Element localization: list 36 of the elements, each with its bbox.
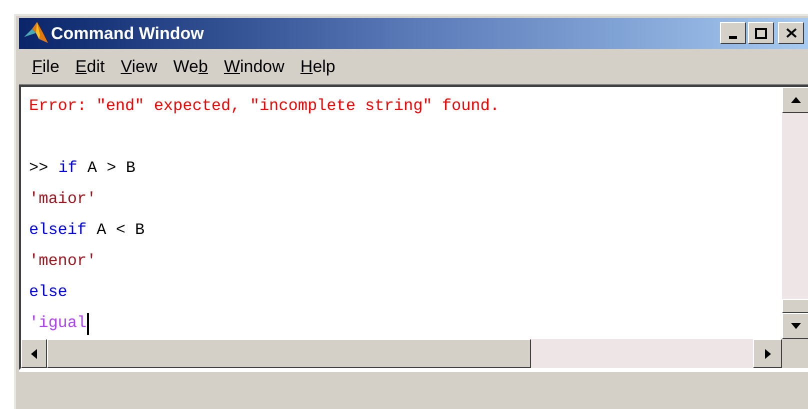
right-arrow-icon (764, 348, 770, 359)
code-text: 'menor' (29, 251, 96, 272)
scroll-thumb[interactable] (47, 339, 531, 368)
maximize-button[interactable] (748, 22, 774, 44)
close-icon (786, 28, 796, 38)
code-text: >> (29, 158, 48, 180)
code-text: 'igual (29, 313, 87, 334)
maximize-icon (755, 28, 767, 39)
code-text: A > B (87, 158, 136, 180)
left-arrow-icon (31, 348, 37, 359)
code-text: A < B (96, 220, 145, 242)
vertical-scrollbar[interactable] (782, 87, 808, 340)
app-logo-icon (23, 21, 49, 46)
scroll-up-button[interactable] (782, 87, 808, 114)
error-message: Error: "end" expected, "incomplete string" found. (29, 96, 500, 118)
scroll-thumb[interactable] (782, 299, 808, 314)
minimize-button[interactable] (720, 22, 746, 44)
scroll-down-button[interactable] (782, 313, 808, 340)
code-text: elseif (29, 220, 87, 242)
menu-item[interactable]: Help (293, 54, 342, 80)
horizontal-scrollbar[interactable] (21, 339, 782, 368)
code-text: if (58, 158, 78, 180)
scroll-right-button[interactable] (753, 339, 782, 368)
scroll-left-button[interactable] (21, 339, 47, 368)
menu-item[interactable]: Window (216, 54, 292, 80)
menu-item[interactable]: View (114, 54, 164, 80)
code-text: else (29, 282, 68, 304)
up-arrow-icon (791, 97, 801, 104)
close-button[interactable] (778, 22, 804, 44)
menu-item[interactable]: Web (166, 54, 215, 80)
menu-item[interactable]: Edit (68, 54, 112, 80)
window-title: Command Window (51, 22, 204, 45)
menu-item[interactable]: File (25, 54, 66, 80)
minimize-icon (729, 36, 737, 39)
down-arrow-icon (791, 323, 801, 330)
code-text: 'maior' (29, 189, 96, 210)
